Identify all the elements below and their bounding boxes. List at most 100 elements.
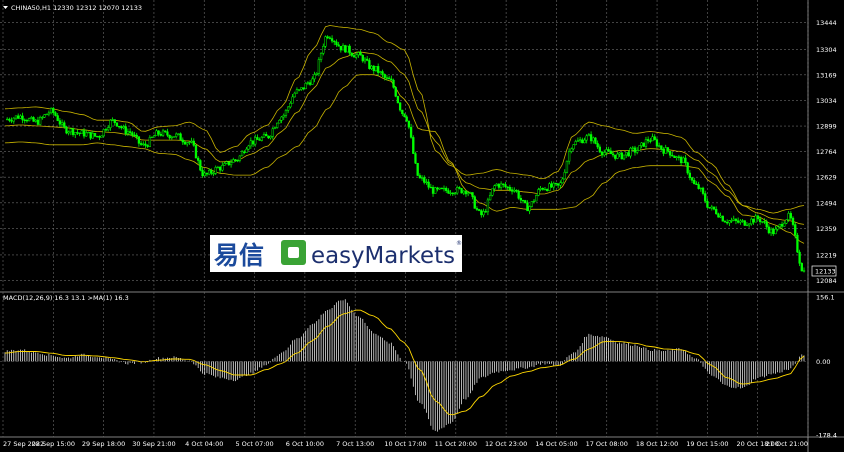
candle-body — [403, 113, 406, 118]
candle-body — [131, 132, 134, 136]
candle-body — [633, 147, 637, 153]
candle-body — [436, 187, 439, 190]
candle-body — [791, 217, 795, 225]
time-tick-label: 4 Oct 04:00 — [185, 440, 223, 448]
candle-body — [355, 54, 358, 58]
candle-body — [649, 140, 652, 142]
candle-body — [313, 74, 316, 80]
candle-body — [111, 119, 114, 121]
candle-body — [137, 136, 141, 144]
candle-body — [67, 131, 70, 134]
candle-body — [385, 77, 389, 79]
candle-body — [647, 139, 650, 142]
candle-body — [563, 171, 566, 180]
candle-body — [392, 79, 395, 88]
candle-body — [297, 89, 301, 91]
candle-body — [585, 135, 588, 141]
time-tick-label: 14 Oct 05:00 — [535, 440, 577, 448]
candle-body — [471, 192, 474, 197]
candle-body — [6, 118, 9, 121]
candle-body — [789, 213, 792, 219]
candle-body — [157, 130, 160, 135]
candle-body — [207, 170, 211, 175]
candle-body — [765, 221, 768, 228]
candle-body — [451, 192, 454, 195]
candle-body — [262, 134, 266, 138]
price-tick-label: 12359 — [816, 225, 837, 233]
candle-body — [117, 125, 121, 128]
time-tick-label: 30 Sep 21:00 — [132, 440, 175, 448]
candle-body — [723, 220, 727, 223]
candle-body — [721, 215, 724, 222]
candle-body — [322, 46, 325, 54]
candle-body — [769, 228, 773, 234]
candle-body — [352, 55, 356, 58]
candle-body — [473, 196, 476, 209]
candle-body — [17, 115, 20, 119]
candle-body — [54, 112, 57, 116]
candle-body — [223, 163, 226, 166]
candle-body — [27, 118, 31, 122]
candle-body — [638, 145, 641, 151]
candle-body — [21, 115, 24, 121]
candle-body — [673, 155, 676, 158]
time-tick-label: 6 Oct 10:00 — [286, 440, 324, 448]
candle-body — [256, 137, 259, 140]
candle-body — [282, 115, 285, 118]
candle-body — [754, 215, 757, 223]
candle-body — [780, 224, 784, 227]
candle-body — [434, 187, 437, 194]
candle-body — [578, 139, 582, 142]
candle-body — [63, 122, 66, 128]
candle-body — [295, 89, 299, 94]
candle-body — [745, 224, 749, 227]
candle-body — [49, 108, 53, 114]
candle-body — [23, 119, 26, 121]
candle-body — [58, 120, 62, 125]
candle-body — [89, 131, 92, 139]
candle-body — [625, 152, 628, 156]
candle-body — [688, 172, 692, 179]
candle-body — [71, 128, 75, 135]
candle-body — [469, 192, 472, 194]
candle-body — [416, 162, 419, 176]
candle-body — [515, 189, 518, 192]
candle-body — [581, 139, 584, 144]
candle-body — [708, 207, 711, 209]
candle-body — [614, 154, 617, 159]
candle-body — [115, 122, 119, 127]
candle-body — [704, 193, 707, 202]
candle-body — [197, 157, 200, 161]
candle-body — [445, 187, 448, 191]
candle-body — [710, 206, 713, 209]
candle-body — [642, 142, 645, 147]
candle-body — [10, 120, 13, 122]
candle-body — [629, 147, 632, 157]
candle-body — [245, 148, 248, 153]
candle-body — [401, 109, 404, 114]
candle-body — [596, 143, 599, 148]
candle-body — [458, 187, 461, 189]
candle-body — [201, 169, 204, 177]
candle-body — [618, 152, 621, 155]
candle-body — [328, 37, 332, 39]
candle-body — [126, 131, 130, 134]
candle-body — [653, 136, 656, 140]
candle-body — [499, 183, 503, 188]
candle-body — [603, 152, 606, 156]
candle-body — [548, 183, 551, 191]
candle-body — [763, 221, 766, 223]
candle-body — [113, 119, 116, 123]
candle-body — [317, 59, 321, 74]
candle-body — [150, 136, 154, 139]
candle-body — [225, 161, 228, 164]
candle-body — [576, 140, 580, 142]
candle-body — [798, 251, 801, 264]
candle-body — [199, 160, 202, 171]
candle-body — [510, 189, 514, 192]
candle-body — [107, 127, 110, 131]
candle-body — [265, 134, 268, 137]
candle-body — [38, 116, 42, 125]
candle-body — [124, 126, 127, 134]
candle-body — [706, 201, 709, 208]
